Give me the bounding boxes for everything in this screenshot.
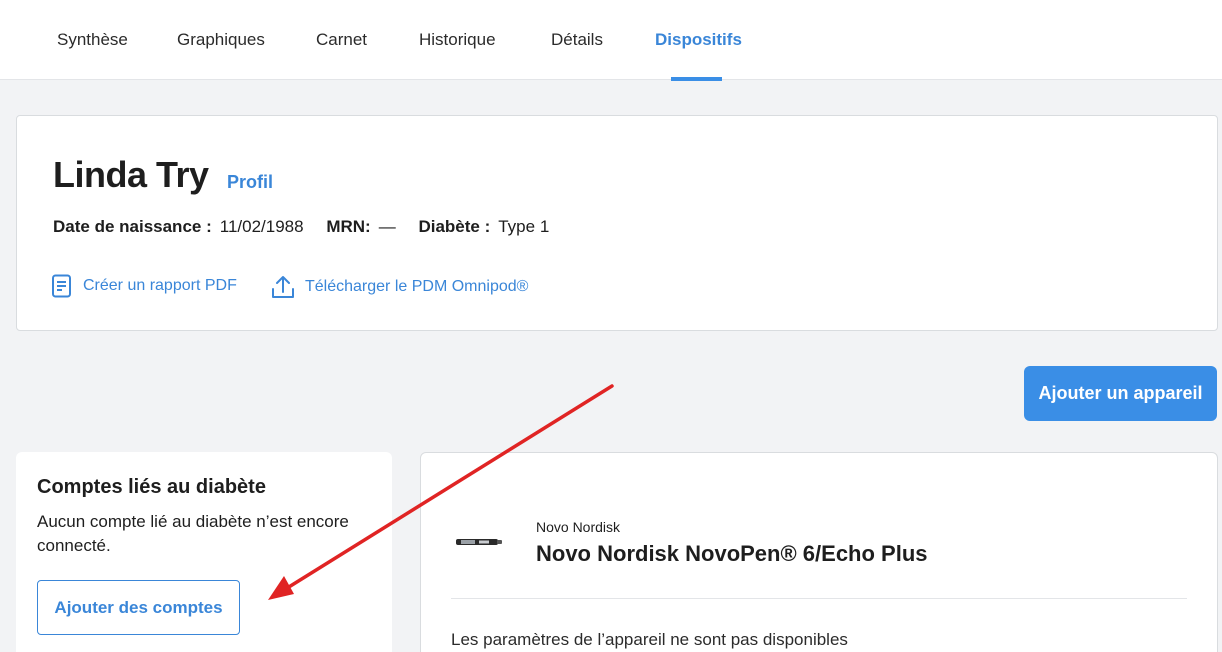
linked-accounts-card: Comptes liés au diabète Aucun compte lié…	[16, 452, 392, 652]
insulin-pen-image	[456, 539, 502, 545]
patient-meta-row: Date de naissance : 11/02/1988 MRN: — Diab…	[53, 217, 567, 237]
create-pdf-report-action[interactable]: Créer un rapport PDF	[51, 274, 237, 298]
device-settings-note: Les paramètres de l’appareil ne sont pas…	[451, 630, 848, 649]
linked-accounts-empty-text: Aucun compte lié au diabète n’est encore…	[37, 512, 349, 555]
tab-synthese[interactable]: Synthèse	[57, 30, 128, 50]
device-brand: Novo Nordisk	[536, 519, 621, 535]
divider	[451, 598, 1187, 599]
upload-pdm-action[interactable]: Télécharger le PDM Omnipod®	[271, 274, 528, 300]
top-navigation: Synthèse Graphiques Carnet Historique Dé…	[0, 0, 1222, 81]
create-pdf-report-label: Créer un rapport PDF	[83, 277, 237, 294]
add-accounts-button[interactable]: Ajouter des comptes	[37, 580, 240, 635]
upload-pdm-label: Télécharger le PDM Omnipod®	[305, 278, 529, 295]
mrn-label: MRN:	[326, 217, 371, 236]
device-name: Novo Nordisk NovoPen® 6/Echo Plus	[536, 541, 928, 566]
diabetes-label: Diabète :	[418, 217, 491, 236]
patient-name: Linda Try	[53, 154, 209, 195]
tab-dispositifs[interactable]: Dispositifs	[655, 30, 742, 50]
linked-accounts-title: Comptes liés au diabète	[37, 476, 266, 498]
upload-icon	[272, 276, 294, 298]
active-tab-indicator	[671, 77, 722, 81]
document-icon	[52, 274, 71, 298]
tab-carnet[interactable]: Carnet	[316, 30, 367, 50]
tab-details[interactable]: Détails	[551, 30, 603, 50]
profile-link[interactable]: Profil	[227, 172, 273, 193]
dob-label: Date de naissance :	[53, 217, 212, 236]
add-device-button[interactable]: Ajouter un appareil	[1024, 366, 1217, 421]
diabetes-value: Type 1	[498, 217, 550, 236]
mrn-value: —	[378, 217, 396, 236]
device-card: Novo Nordisk Novo Nordisk NovoPen® 6/Ech…	[420, 452, 1218, 652]
patient-info-card: Linda Try Profil Date de naissance : 11/0…	[16, 115, 1218, 331]
tab-graphiques[interactable]: Graphiques	[177, 30, 265, 50]
dob-value: 11/02/1988	[219, 217, 304, 236]
tab-historique[interactable]: Historique	[419, 30, 496, 50]
